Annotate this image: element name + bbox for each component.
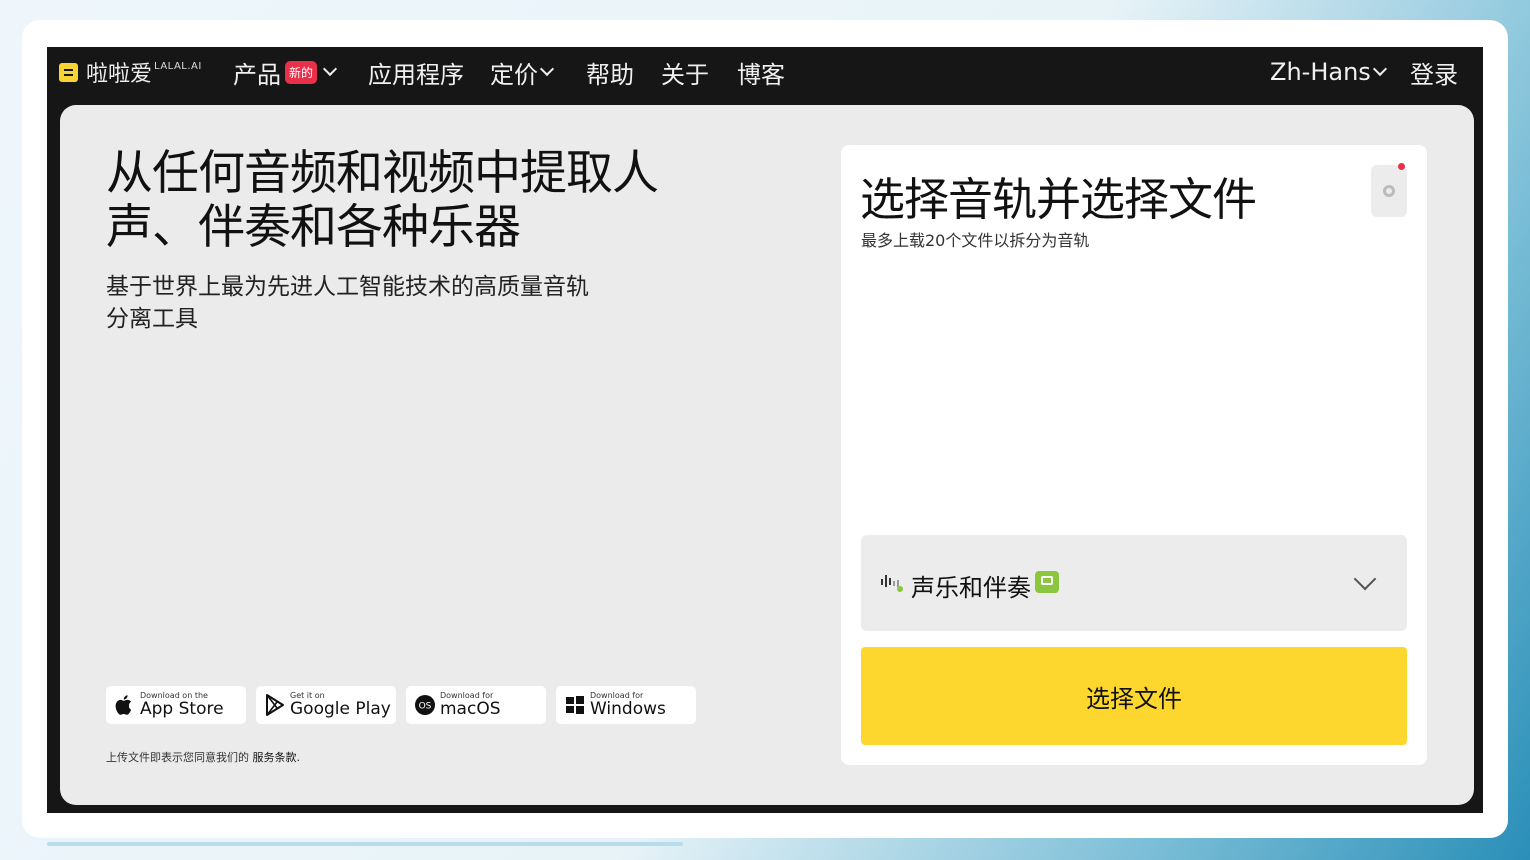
- app-window: 啦啦爱 LALAL.AI 产品 新的 应用程序 定价 帮助 关于 博客 Zh-H…: [47, 47, 1483, 813]
- notification-dot: [1398, 163, 1405, 170]
- language-label: Zh-Hans: [1270, 58, 1371, 86]
- chevron-down-icon: [1353, 567, 1377, 591]
- nav-about-label: 关于: [661, 60, 709, 89]
- top-nav: 啦啦爱 LALAL.AI 产品 新的 应用程序 定价 帮助 关于 博客 Zh-H…: [47, 47, 1483, 97]
- terms-text: 上传文件即表示您同意我们的: [106, 751, 253, 764]
- nav-apps-label: 应用程序: [368, 60, 464, 89]
- logo-superscript: LALAL.AI: [154, 60, 202, 72]
- chevron-down-icon: [539, 61, 555, 77]
- nav-pricing[interactable]: 定价: [490, 55, 555, 89]
- nav-blog[interactable]: 博客: [737, 55, 785, 89]
- chevron-down-icon: [1372, 61, 1387, 77]
- waveform-icon: [880, 571, 904, 593]
- main-panel: 从任何音频和视频中提取人声、伴奏和各种乐器 基于世界上最为先进人工智能技术的高质…: [60, 105, 1474, 805]
- login-label: 登录: [1410, 60, 1458, 89]
- nav-apps[interactable]: 应用程序: [368, 55, 464, 89]
- horizontal-scrollbar[interactable]: [47, 842, 683, 846]
- nav-products[interactable]: 产品 新的: [233, 55, 338, 89]
- card-title: 选择音轨并选择文件: [860, 173, 1257, 226]
- google-play-icon: [264, 694, 286, 716]
- chevron-down-icon: [322, 61, 338, 77]
- svg-text:OS: OS: [419, 702, 432, 712]
- hero-subtitle: 基于世界上最为先进人工智能技术的高质量音轨分离工具: [106, 274, 589, 332]
- gear-icon: [1383, 185, 1395, 197]
- stem-type-label: 声乐和伴奏: [911, 574, 1031, 602]
- nav-about[interactable]: 关于: [661, 55, 709, 89]
- store-big-label: macOS: [440, 699, 501, 719]
- settings-button[interactable]: [1371, 163, 1407, 217]
- terms-notice: 上传文件即表示您同意我们的 服务条款.: [106, 749, 300, 765]
- windows-button[interactable]: Download for Windows: [556, 686, 696, 724]
- nav-help-label: 帮助: [586, 60, 634, 89]
- store-big-label: Google Play: [290, 699, 391, 719]
- google-play-button[interactable]: Get it on Google Play: [256, 686, 396, 724]
- new-badge: 新的: [285, 60, 318, 84]
- nav-help[interactable]: 帮助: [586, 55, 634, 89]
- nav-blog-label: 博客: [737, 60, 785, 89]
- logo-icon: [59, 62, 78, 82]
- stem-type-select[interactable]: 声乐和伴奏: [861, 535, 1407, 631]
- store-big-label: App Store: [140, 699, 224, 719]
- login-link[interactable]: 登录: [1410, 55, 1458, 89]
- select-file-button[interactable]: 选择文件: [861, 647, 1407, 745]
- store-buttons: Download on the App Store Get it on Goog…: [106, 686, 696, 724]
- store-big-label: Windows: [590, 699, 666, 719]
- nav-products-label: 产品: [233, 60, 281, 89]
- feedback-tag-icon: [1035, 571, 1059, 593]
- terms-link[interactable]: 服务条款.: [253, 751, 301, 764]
- language-selector[interactable]: Zh-Hans: [1270, 55, 1387, 89]
- logo-text: 啦啦爱: [86, 62, 153, 87]
- app-store-button[interactable]: Download on the App Store: [106, 686, 246, 724]
- upload-card: 选择音轨并选择文件 最多上载20个文件以拆分为音轨 声乐和伴奏 选择文件: [841, 145, 1427, 765]
- card-subtitle: 最多上载20个文件以拆分为音轨: [861, 231, 1090, 250]
- apple-icon: [114, 694, 136, 716]
- nav-pricing-label: 定价: [490, 60, 538, 89]
- logo[interactable]: 啦啦爱 LALAL.AI: [59, 55, 202, 89]
- macos-icon: OS: [414, 694, 436, 716]
- windows-icon: [564, 694, 586, 716]
- hero-title: 从任何音频和视频中提取人声、伴奏和各种乐器: [106, 146, 659, 255]
- macos-button[interactable]: OS Download for macOS: [406, 686, 546, 724]
